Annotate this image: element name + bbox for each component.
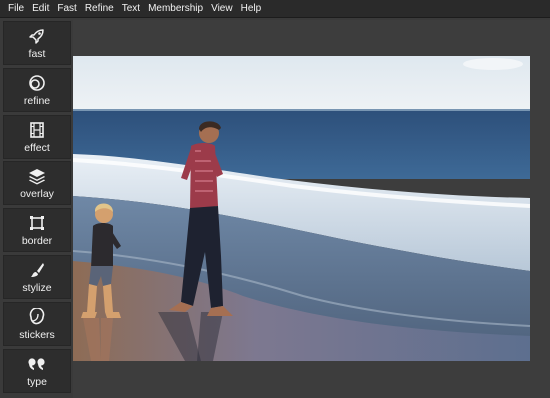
beach-photo-image (73, 56, 530, 361)
tool-refine-button[interactable]: refine (3, 67, 71, 112)
tool-fast-label: fast (28, 48, 46, 60)
quote-icon (27, 354, 47, 374)
tool-stickers-button[interactable]: stickers (3, 301, 71, 346)
menu-file[interactable]: File (4, 0, 28, 18)
tool-effect-button[interactable]: effect (3, 114, 71, 159)
sticker-icon (27, 307, 47, 327)
tool-sidebar: fast refine effect overlay border styliz… (3, 21, 71, 395)
menu-text[interactable]: Text (118, 0, 144, 18)
tool-type-button[interactable]: type (3, 348, 71, 393)
frame-icon (27, 213, 47, 233)
tool-overlay-button[interactable]: overlay (3, 161, 71, 206)
layers-icon (27, 166, 47, 186)
refine-icon (27, 73, 47, 93)
tool-stylize-label: stylize (22, 281, 52, 294)
beach-photo[interactable] (73, 56, 530, 361)
menu-fast[interactable]: Fast (53, 0, 80, 18)
tool-effect-label: effect (24, 141, 50, 154)
menu-view[interactable]: View (207, 0, 237, 18)
tool-border-button[interactable]: border (3, 208, 71, 253)
tool-border-label: border (21, 235, 53, 248)
menu-bar: File Edit Fast Refine Text Membership Vi… (0, 0, 550, 18)
tool-type-label: type (27, 375, 47, 388)
tool-stylize-button[interactable]: stylize (3, 254, 71, 299)
brush-icon (27, 260, 47, 280)
tool-refine-label: refine (23, 94, 51, 107)
tool-stickers-label: stickers (19, 328, 55, 341)
rocket-icon (27, 26, 47, 46)
menu-edit[interactable]: Edit (28, 0, 53, 18)
film-icon (27, 120, 47, 140)
tool-overlay-label: overlay (20, 188, 54, 201)
menu-refine[interactable]: Refine (81, 0, 118, 18)
menu-membership[interactable]: Membership (144, 0, 207, 18)
menu-help[interactable]: Help (237, 0, 266, 18)
tool-fast-button[interactable]: fast (3, 21, 71, 65)
